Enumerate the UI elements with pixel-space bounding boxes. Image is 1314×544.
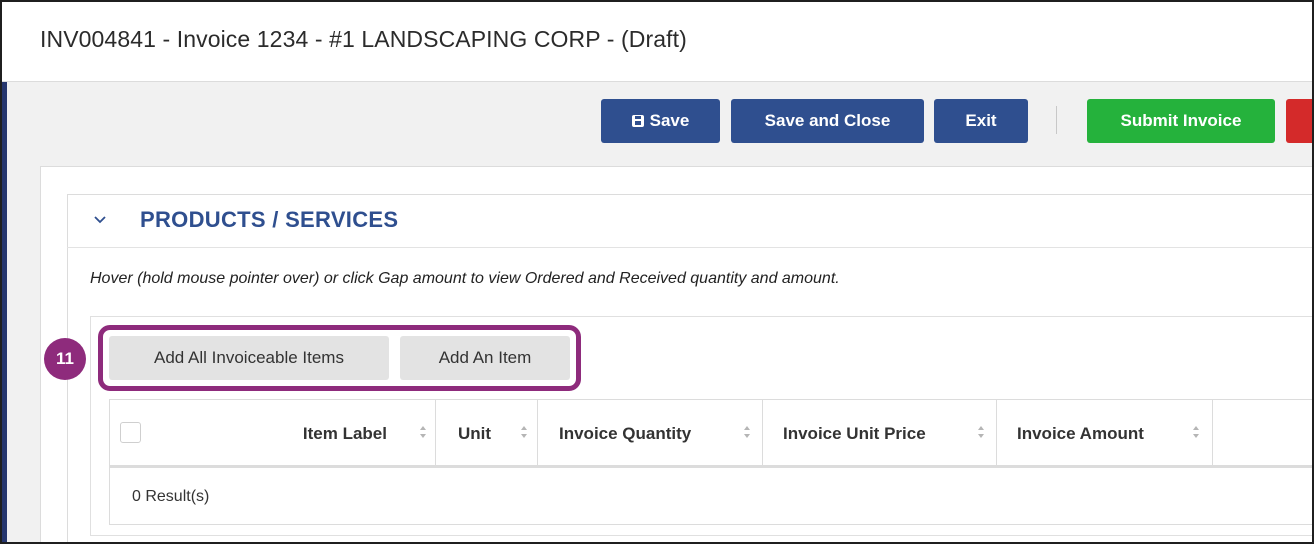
extra-action-button[interactable] bbox=[1286, 99, 1312, 143]
column-header-invoice-unit-price[interactable]: Invoice Unit Price bbox=[763, 399, 997, 468]
column-header-item-label[interactable]: Item Label bbox=[109, 399, 436, 468]
sort-icon bbox=[744, 426, 750, 438]
results-count: 0 Result(s) bbox=[132, 488, 210, 505]
chevron-down-icon[interactable] bbox=[94, 214, 106, 226]
column-header-unit[interactable]: Unit bbox=[436, 399, 538, 468]
left-accent-bar bbox=[2, 82, 7, 542]
submit-invoice-button[interactable]: Submit Invoice bbox=[1087, 99, 1275, 143]
save-button[interactable]: Save bbox=[601, 99, 720, 143]
exit-button[interactable]: Exit bbox=[934, 99, 1028, 143]
column-header-invoice-amount[interactable]: Invoice Amount bbox=[997, 399, 1213, 468]
sort-icon bbox=[1193, 426, 1199, 438]
step-badge: 11 bbox=[44, 338, 86, 380]
sort-icon bbox=[521, 426, 527, 438]
save-icon bbox=[631, 115, 644, 127]
save-and-close-button[interactable]: Save and Close bbox=[731, 99, 924, 143]
section-title: PRODUCTS / SERVICES bbox=[140, 207, 399, 232]
title-bar: INV004841 - Invoice 1234 - #1 LANDSCAPIN… bbox=[2, 2, 1312, 82]
annotation-highlight bbox=[98, 325, 581, 391]
sort-icon bbox=[420, 426, 426, 438]
column-header-invoice-quantity[interactable]: Invoice Quantity bbox=[538, 399, 763, 468]
toolbar-divider bbox=[1056, 106, 1057, 134]
sort-icon bbox=[978, 426, 984, 438]
page-title: INV004841 - Invoice 1234 - #1 LANDSCAPIN… bbox=[40, 26, 687, 52]
hint-text: Hover (hold mouse pointer over) or click… bbox=[90, 270, 840, 287]
save-button-label: Save bbox=[649, 111, 690, 130]
app-window: INV004841 - Invoice 1234 - #1 LANDSCAPIN… bbox=[0, 0, 1314, 544]
